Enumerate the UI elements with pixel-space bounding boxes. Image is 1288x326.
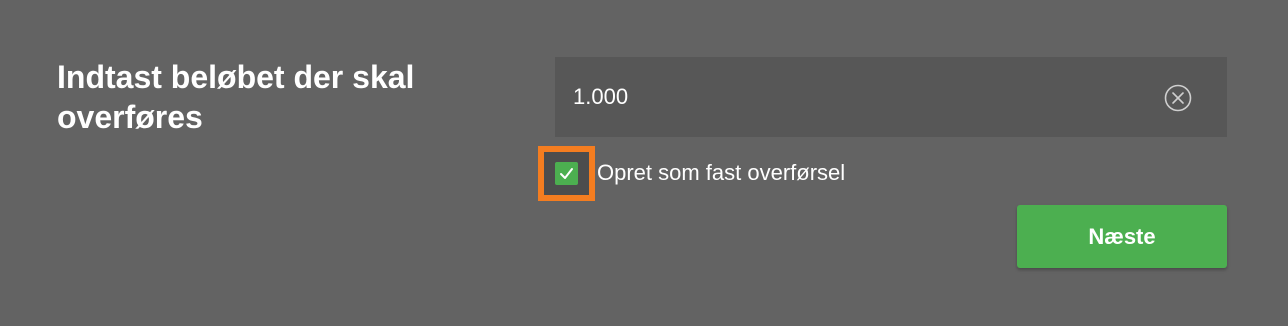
recurring-checkbox-highlight[interactable]	[538, 146, 595, 201]
amount-input[interactable]	[573, 57, 1133, 137]
recurring-checkbox[interactable]	[555, 162, 578, 185]
page-title: Indtast beløbet der skal overføres	[57, 59, 415, 135]
transfer-amount-panel: Indtast beløbet der skal overføres Opret…	[0, 0, 1288, 326]
clear-circle-x-icon[interactable]	[1164, 84, 1192, 112]
checkmark-icon	[560, 168, 573, 179]
amount-field[interactable]	[555, 57, 1227, 137]
recurring-checkbox-label[interactable]: Opret som fast overførsel	[597, 159, 845, 187]
next-button[interactable]: Næste	[1017, 205, 1227, 268]
